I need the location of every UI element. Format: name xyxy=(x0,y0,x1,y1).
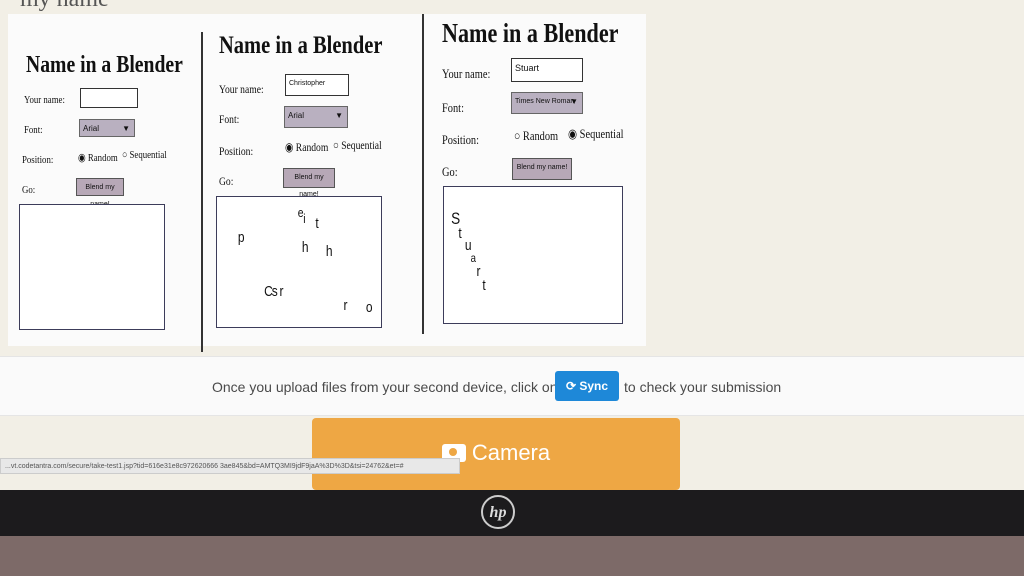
position-label: Position: xyxy=(219,144,254,158)
font-select[interactable]: Arial ▼ xyxy=(79,119,135,137)
output-letter: h xyxy=(325,243,333,260)
font-select[interactable]: Times New Roman ▼ xyxy=(511,92,583,114)
sync-bar: Once you upload files from your second d… xyxy=(0,356,1024,416)
radio-empty-icon: ○ xyxy=(514,128,521,143)
name-label: Your name: xyxy=(219,82,264,96)
name-label: Your name: xyxy=(24,94,65,106)
chevron-down-icon: ▼ xyxy=(570,97,578,106)
radio-selected-icon: ◉ xyxy=(78,152,86,164)
name-input[interactable]: Stuart xyxy=(511,58,583,82)
blend-button[interactable]: Blend my name! xyxy=(283,168,335,198)
font-select-value: Times New Roman xyxy=(515,98,575,105)
radio-random[interactable]: ◉ Random xyxy=(78,151,118,164)
radio-empty-icon: ○ xyxy=(333,138,339,152)
output-letter: i xyxy=(303,211,306,226)
chevron-down-icon: ▼ xyxy=(122,124,130,133)
radio-sequential[interactable]: ○ Sequential xyxy=(122,149,167,161)
radio-random[interactable]: ○ Random xyxy=(514,128,558,144)
laptop-base xyxy=(0,536,1024,576)
radio-sequential[interactable]: ○ Sequential xyxy=(333,138,382,153)
blender-panel-3: Name in a Blender Your name: Stuart Font… xyxy=(436,14,641,344)
output-letter: r xyxy=(476,263,481,280)
blender-title: Name in a Blender xyxy=(442,18,619,48)
refresh-icon: ⟳ xyxy=(565,379,577,393)
radio-empty-icon: ○ xyxy=(122,149,128,161)
sync-instruction-suffix: to check your submission xyxy=(624,379,782,395)
output-letter: o xyxy=(365,299,373,316)
output-letter: h xyxy=(301,239,309,256)
hp-logo: hp xyxy=(481,495,515,529)
output-letter: a xyxy=(470,251,477,265)
font-label: Font: xyxy=(219,112,240,126)
output-letter: r xyxy=(279,283,284,300)
blend-button[interactable]: Blend my name! xyxy=(512,158,572,180)
font-label: Font: xyxy=(442,100,464,115)
blender-screenshot-panel: Name in a Blender Your name: Font: Arial… xyxy=(8,14,646,352)
chevron-down-icon: ▼ xyxy=(335,111,343,120)
name-input[interactable] xyxy=(80,88,138,108)
blend-button[interactable]: Blend my name! xyxy=(76,178,124,208)
output-letter: r xyxy=(343,297,348,314)
font-select-value: Arial xyxy=(83,124,100,133)
radio-selected-icon: ◉ xyxy=(285,140,294,154)
sync-button[interactable]: ⟳ Sync xyxy=(555,371,619,401)
laptop-screen: my name Name in a Blender Your name: Fon… xyxy=(0,0,1024,490)
page-heading: my name xyxy=(20,0,109,13)
output-letter: p xyxy=(237,229,245,246)
status-bar-url: ...vt.codetantra.com/secure/take-test1.j… xyxy=(0,458,460,474)
blender-panel-2: Name in a Blender Your name: Christopher… xyxy=(213,14,423,344)
blender-panel-1: Name in a Blender Your name: Font: Arial… xyxy=(16,14,211,344)
font-select[interactable]: Arial ▼ xyxy=(284,106,348,128)
radio-sequential[interactable]: ◉ Sequential xyxy=(568,126,624,142)
camera-button-label: Camera xyxy=(471,440,551,465)
radio-selected-icon: ◉ xyxy=(568,126,578,141)
output-box xyxy=(19,204,165,330)
output-letter: t xyxy=(458,225,462,242)
go-label: Go: xyxy=(219,174,234,188)
output-letter: t xyxy=(482,277,486,294)
blender-title: Name in a Blender xyxy=(26,52,183,78)
position-label: Position: xyxy=(22,154,54,166)
output-letter: t xyxy=(315,215,319,232)
radio-random[interactable]: ◉ Random xyxy=(285,140,328,155)
go-label: Go: xyxy=(442,164,458,179)
position-label: Position: xyxy=(442,132,479,147)
font-select-value: Arial xyxy=(288,111,305,120)
name-input[interactable]: Christopher xyxy=(285,74,349,96)
output-box: p e i t h h C s r r o xyxy=(216,196,382,328)
blender-title: Name in a Blender xyxy=(219,32,383,59)
sync-instruction-text: Once you upload files from your second d… xyxy=(212,379,558,395)
output-letter: s xyxy=(271,283,278,300)
output-box: S t u a r t xyxy=(443,186,623,324)
camera-button[interactable]: Camera xyxy=(312,418,680,490)
font-label: Font: xyxy=(24,124,43,136)
panel-divider xyxy=(422,14,424,334)
panel-divider xyxy=(201,32,203,352)
name-label: Your name: xyxy=(442,66,491,81)
go-label: Go: xyxy=(22,184,36,196)
